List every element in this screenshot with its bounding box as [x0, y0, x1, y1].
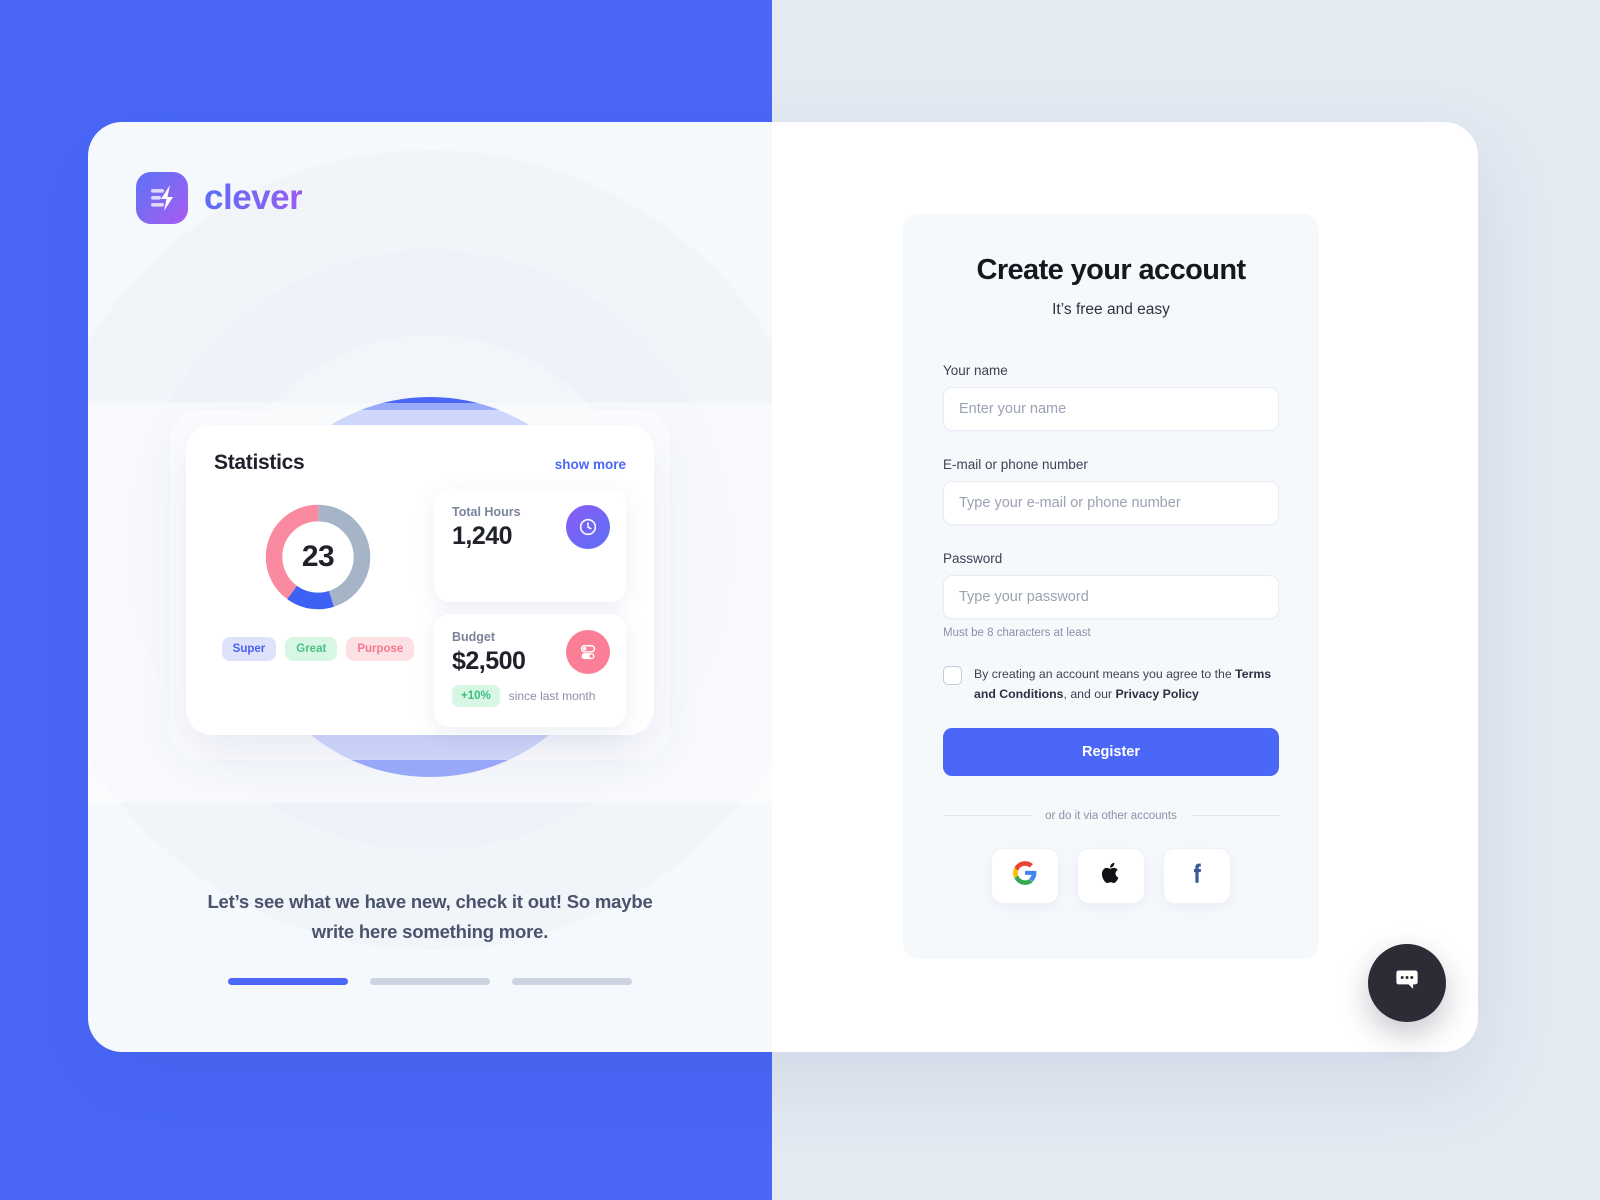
show-more-link[interactable]: show more	[555, 457, 626, 472]
register-button[interactable]: Register	[943, 727, 1279, 776]
social-login-row	[943, 847, 1279, 904]
statistics-body: 23 Super Great Purpose Total Hours 1,240	[214, 489, 626, 727]
brand-logo: clever	[136, 172, 303, 224]
terms-text: By creating an account means you agree t…	[974, 665, 1279, 705]
google-icon	[1012, 860, 1038, 891]
facebook-login-button[interactable]	[1163, 847, 1231, 904]
divider-label: or do it via other accounts	[1045, 809, 1177, 822]
donut-chart-column: 23 Super Great Purpose	[214, 489, 422, 727]
tag-super[interactable]: Super	[221, 637, 277, 661]
page-subtitle: It’s free and easy	[1052, 301, 1170, 318]
apple-icon	[1098, 860, 1124, 891]
apple-login-button[interactable]	[1077, 847, 1145, 904]
budget-change-row: +10% since last month	[452, 685, 608, 707]
field-label: E-mail or phone number	[943, 457, 1088, 472]
clock-icon	[566, 505, 610, 549]
promo-caption: Let’s see what we have new, check it out…	[207, 891, 653, 942]
terms-checkbox[interactable]	[943, 666, 962, 685]
field-label: Your name	[943, 363, 1008, 378]
divider-line-left	[943, 815, 1032, 817]
statistics-card: Statistics show more 23 Super Great Purp…	[186, 425, 654, 735]
pagination-bar-1[interactable]	[228, 978, 348, 985]
lightning-bolt-icon	[136, 172, 188, 224]
divider-line-right	[1190, 815, 1279, 817]
statistics-header: Statistics show more	[214, 451, 626, 475]
pagination-bar-3[interactable]	[512, 978, 632, 985]
toggle-sliders-icon	[566, 630, 610, 674]
donut-center-value: 23	[301, 540, 335, 573]
tag-great[interactable]: Great	[285, 637, 338, 661]
privacy-policy-link[interactable]: Privacy Policy	[1115, 687, 1198, 701]
chat-button[interactable]	[1368, 944, 1446, 1022]
social-divider: or do it via other accounts	[943, 810, 1279, 822]
field-password: Password Must be 8 characters at least	[943, 551, 1279, 639]
metric-card-budget: Budget $2,500 +10% since last month	[434, 614, 626, 727]
pagination-bar-2[interactable]	[370, 978, 490, 985]
promo-panel: clever Statistics show more 23 Super Gre…	[88, 122, 772, 1052]
metric-card-total-hours: Total Hours 1,240	[434, 489, 626, 602]
facebook-icon	[1184, 860, 1210, 891]
statistics-title: Statistics	[214, 451, 305, 474]
register-form: Create your account It’s free and easy Y…	[903, 214, 1319, 959]
terms-lead: By creating an account means you agree t…	[974, 667, 1236, 681]
budget-change-badge: +10%	[452, 685, 500, 707]
statistics-tags: Super Great Purpose	[221, 637, 415, 661]
terms-row: By creating an account means you agree t…	[943, 665, 1279, 705]
password-input[interactable]	[943, 575, 1279, 619]
field-email-or-phone: E-mail or phone number	[943, 457, 1279, 525]
name-input[interactable]	[943, 387, 1279, 431]
google-login-button[interactable]	[991, 847, 1059, 904]
form-panel: Create your account It’s free and easy Y…	[772, 122, 1478, 1052]
tag-purpose[interactable]: Purpose	[346, 637, 415, 661]
donut-chart: 23	[260, 499, 376, 615]
chat-bubble-icon	[1390, 964, 1424, 1003]
field-your-name: Your name	[943, 363, 1279, 431]
main-card: clever Statistics show more 23 Super Gre…	[88, 122, 1478, 1052]
promo-pagination	[88, 978, 772, 985]
password-hint: Must be 8 characters at least	[943, 627, 1091, 639]
metric-column: Total Hours 1,240 Budget $2,500 +10% sin…	[434, 489, 626, 727]
terms-mid: , and our	[1063, 686, 1116, 701]
field-label: Password	[943, 551, 1003, 566]
page-title: Create your account	[976, 254, 1246, 286]
email-or-phone-input[interactable]	[943, 481, 1279, 525]
brand-name: clever	[204, 178, 303, 217]
budget-change-note: since last month	[508, 689, 596, 703]
